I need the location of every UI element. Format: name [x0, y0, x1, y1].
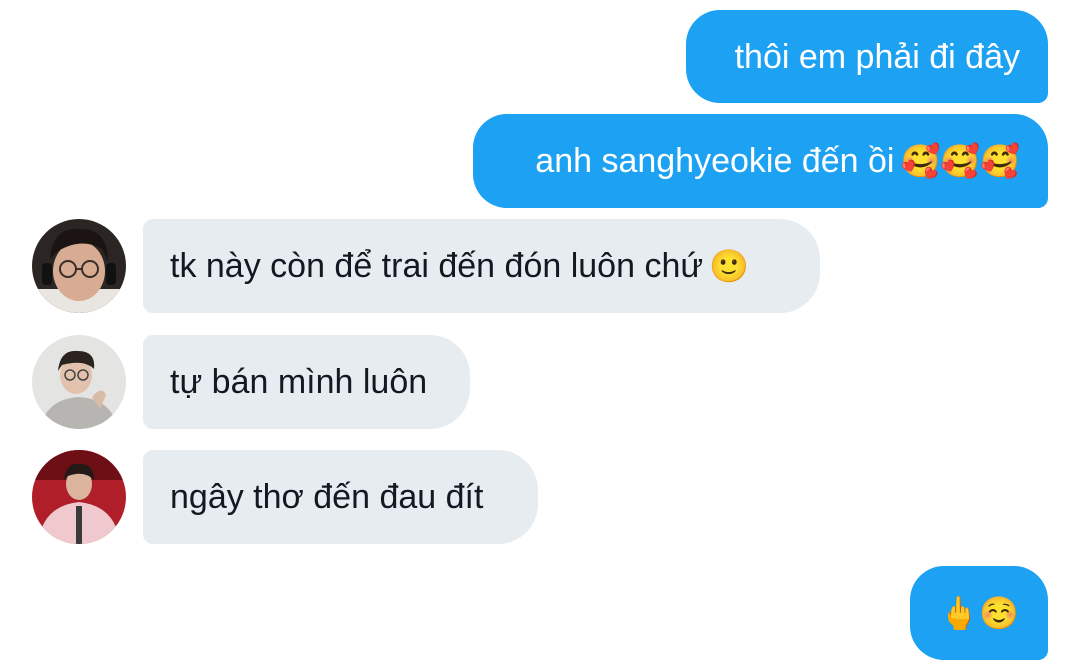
- sender-avatar[interactable]: [32, 335, 126, 429]
- middle-finger-smiling-face-emoji: 🖕☺️: [939, 594, 1019, 632]
- user-avatar-grey-hoodie-icon: [32, 335, 126, 429]
- message-text: tk này còn để trai đến đón luôn chứ: [170, 247, 704, 285]
- sender-avatar[interactable]: [32, 450, 126, 544]
- message-text: ngây thơ đến đau đít: [170, 478, 484, 516]
- user-avatar-glasses-headset-icon: [32, 219, 126, 313]
- incoming-message-bubble[interactable]: ngây thơ đến đau đít: [143, 450, 538, 544]
- sender-avatar[interactable]: [32, 219, 126, 313]
- outgoing-message-bubble[interactable]: anh sanghyeokie đến ồi 🥰🥰🥰: [473, 114, 1048, 208]
- smiling-face-with-hearts-emoji: 🥰🥰🥰: [900, 142, 1020, 180]
- incoming-message-bubble[interactable]: tk này còn để trai đến đón luôn chứ 🙂: [143, 219, 820, 313]
- message-text: thôi em phải đi đây: [734, 37, 1020, 76]
- user-avatar-pink-jacket-icon: [32, 450, 126, 544]
- message-text: tự bán mình luôn: [170, 363, 428, 401]
- incoming-message-bubble[interactable]: tự bán mình luôn: [143, 335, 470, 429]
- message-text: anh sanghyeokie đến ồi: [535, 142, 895, 180]
- outgoing-message-bubble[interactable]: 🖕☺️: [910, 566, 1048, 660]
- outgoing-message-bubble[interactable]: thôi em phải đi đây: [686, 10, 1048, 103]
- slightly-smiling-face-emoji: 🙂: [709, 247, 749, 285]
